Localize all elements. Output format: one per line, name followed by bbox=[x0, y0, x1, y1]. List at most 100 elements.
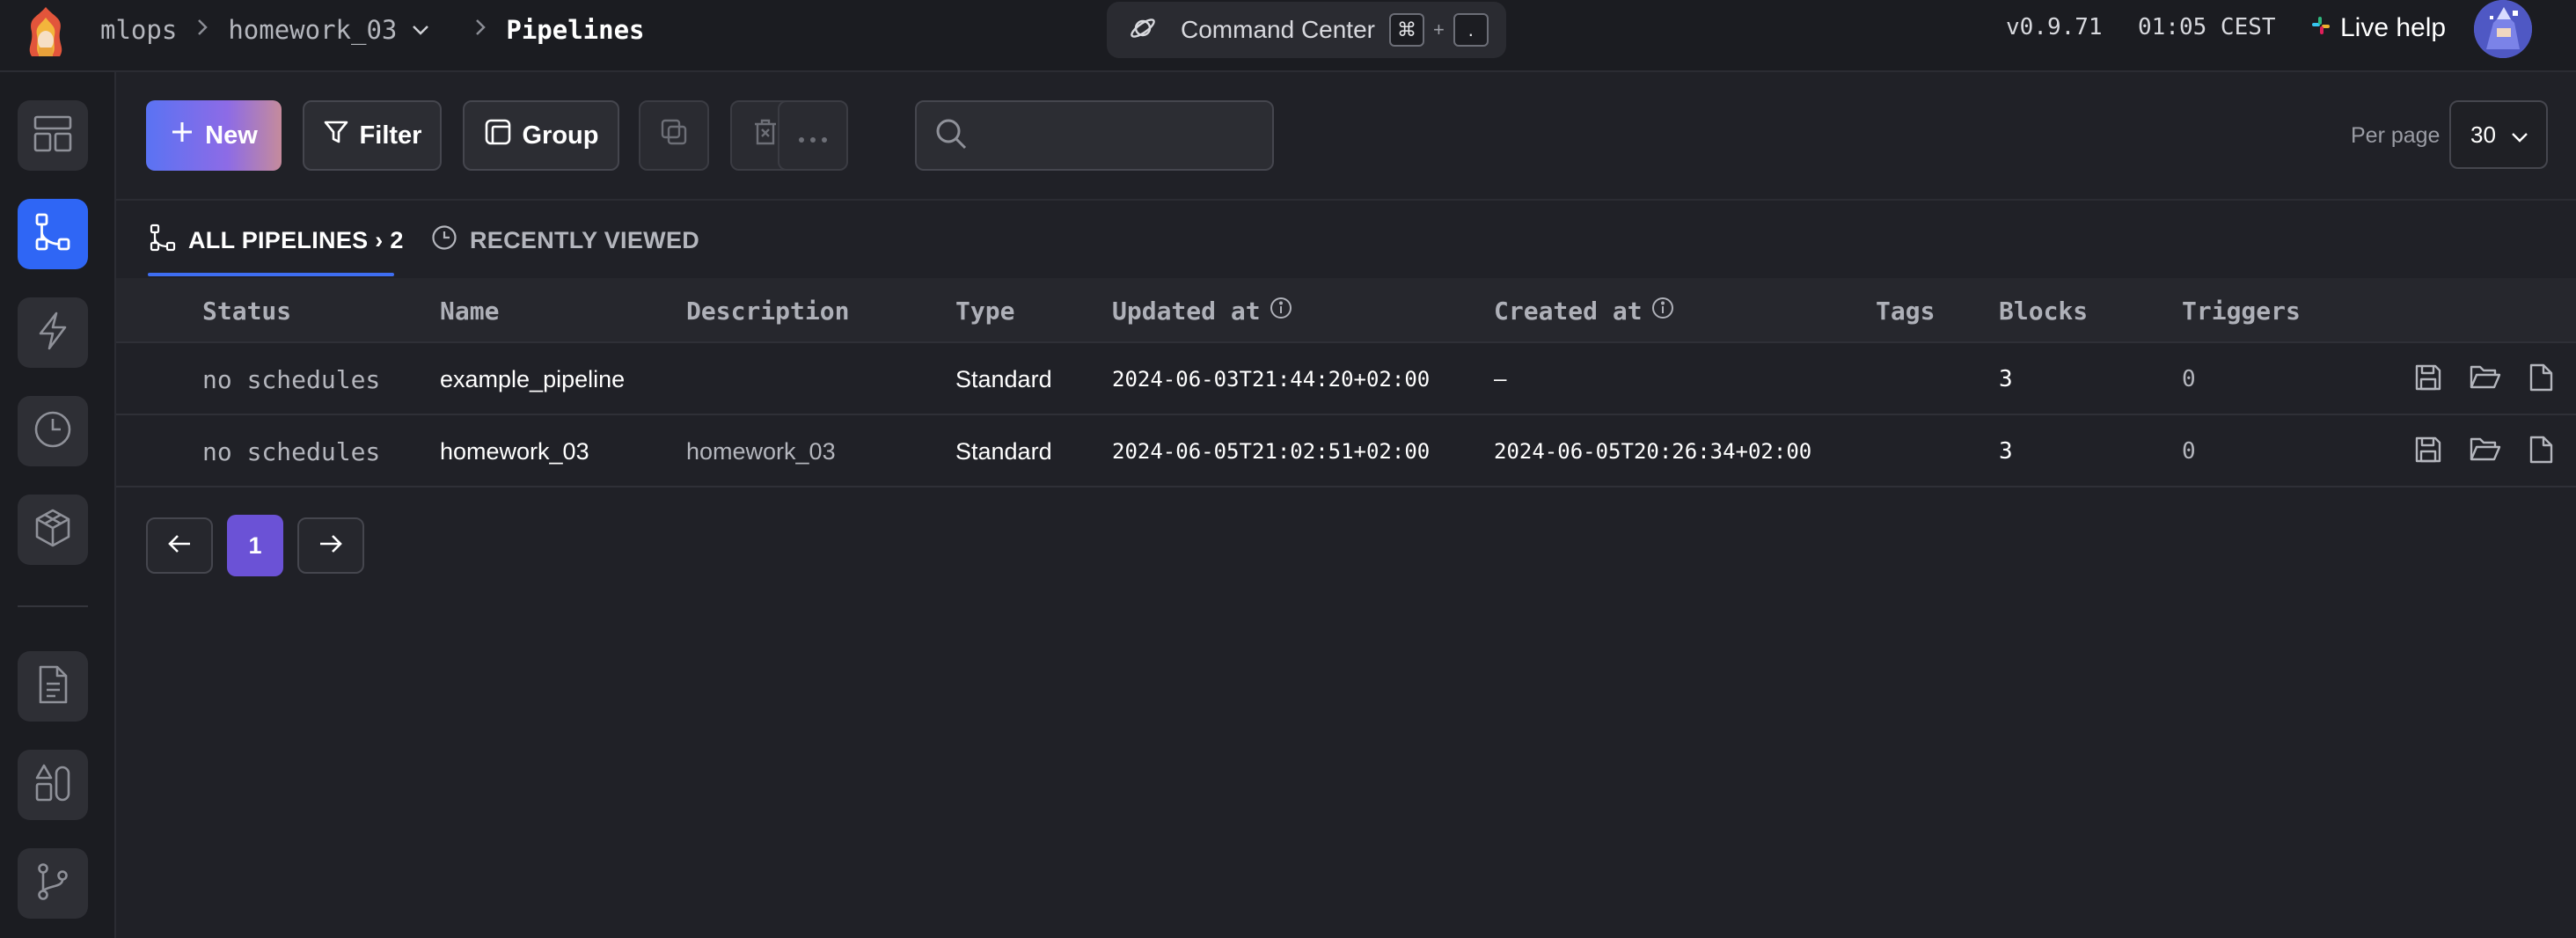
column-header-name[interactable]: Name bbox=[440, 278, 499, 343]
cell-name[interactable]: example_pipeline bbox=[440, 343, 625, 415]
pipeline-tabs: ALL PIPELINES › 2 RECENTLY VIEWED bbox=[116, 202, 2576, 278]
cell-triggers: 0 bbox=[2182, 366, 2196, 392]
info-icon[interactable] bbox=[1270, 297, 1292, 326]
sidebar-item-pipelines[interactable] bbox=[18, 199, 88, 269]
tab-recently-viewed-label: RECENTLY VIEWED bbox=[470, 226, 700, 253]
column-header-updated-at[interactable]: Updated at bbox=[1112, 278, 1292, 343]
tab-recently-viewed[interactable]: RECENTLY VIEWED bbox=[431, 202, 699, 278]
breadcrumb-workspace[interactable]: mlops bbox=[100, 15, 177, 45]
planet-icon bbox=[1128, 13, 1158, 48]
column-header-tags[interactable]: Tags bbox=[1876, 278, 1935, 343]
lightning-icon bbox=[32, 310, 74, 356]
mage-logo-icon[interactable] bbox=[19, 5, 72, 58]
chevron-down-icon bbox=[2511, 121, 2528, 149]
folder-open-icon[interactable] bbox=[2469, 363, 2502, 397]
group-icon bbox=[484, 118, 512, 153]
new-pipeline-button[interactable]: New bbox=[146, 100, 282, 171]
toolbar: New Filter Group Per page 30 bbox=[116, 72, 2576, 201]
chevron-down-icon[interactable] bbox=[411, 24, 430, 36]
cell-blocks: 3 bbox=[1999, 438, 2013, 465]
info-icon[interactable] bbox=[1651, 297, 1674, 326]
save-icon[interactable] bbox=[2412, 434, 2444, 470]
cell-triggers: 0 bbox=[2182, 438, 2196, 465]
top-bar: mlops homework_03 Pipelines Command Cent… bbox=[0, 0, 2576, 72]
sidebar-item-block-library[interactable] bbox=[18, 495, 88, 565]
filter-label: Filter bbox=[359, 121, 422, 150]
arrow-right-icon bbox=[318, 533, 343, 559]
column-header-description[interactable]: Description bbox=[686, 278, 849, 343]
ellipsis-icon bbox=[798, 121, 828, 150]
sidebar-item-runs[interactable] bbox=[18, 396, 88, 466]
clock-label: 01:05 CEST bbox=[2138, 14, 2276, 40]
command-center-button[interactable]: Command Center ⌘ + . bbox=[1107, 2, 1506, 58]
tab-all-pipelines-label: ALL PIPELINES › 2 bbox=[188, 226, 404, 253]
filter-button[interactable]: Filter bbox=[303, 100, 442, 171]
previous-page-button[interactable] bbox=[146, 517, 213, 574]
cell-status: no schedules bbox=[202, 436, 381, 466]
column-header-status[interactable]: Status bbox=[202, 278, 291, 343]
save-icon[interactable] bbox=[2412, 362, 2444, 398]
pagination: 1 bbox=[146, 515, 364, 576]
file-icon[interactable] bbox=[2527, 362, 2555, 398]
cell-type: Standard bbox=[955, 437, 1052, 465]
active-tab-indicator bbox=[148, 273, 394, 276]
cell-blocks: 3 bbox=[1999, 366, 2013, 392]
breadcrumb: mlops homework_03 Pipelines bbox=[100, 12, 645, 48]
cell-created-at: — bbox=[1494, 367, 1507, 392]
new-label: New bbox=[205, 121, 258, 150]
cell-name[interactable]: homework_03 bbox=[440, 415, 589, 487]
trash-icon bbox=[752, 118, 779, 153]
pipelines-icon bbox=[150, 224, 176, 258]
clock-icon bbox=[431, 224, 457, 257]
column-header-triggers[interactable]: Triggers bbox=[2182, 278, 2301, 343]
slack-icon bbox=[2310, 13, 2331, 43]
folder-open-icon[interactable] bbox=[2469, 435, 2502, 469]
more-actions-button[interactable] bbox=[778, 100, 848, 171]
sidebar-item-version-control[interactable] bbox=[18, 848, 88, 919]
column-header-created-at[interactable]: Created at bbox=[1494, 278, 1674, 343]
page-1-button[interactable]: 1 bbox=[227, 515, 283, 576]
clone-button[interactable] bbox=[639, 100, 709, 171]
sidebar-item-files[interactable] bbox=[18, 651, 88, 722]
avatar[interactable] bbox=[2474, 0, 2532, 58]
shortcut-key-period: . bbox=[1453, 13, 1489, 47]
version-label: v0.9.71 bbox=[2006, 14, 2103, 40]
per-page-label: Per page bbox=[2351, 123, 2441, 148]
table-row[interactable]: no schedules example_pipeline Standard 2… bbox=[116, 343, 2576, 415]
column-header-type[interactable]: Type bbox=[955, 278, 1014, 343]
shortcut-key-cmd: ⌘ bbox=[1388, 13, 1424, 47]
live-help-link[interactable]: Live help bbox=[2310, 11, 2446, 46]
sidebar-item-overview[interactable] bbox=[18, 100, 88, 171]
layout-icon bbox=[32, 113, 74, 159]
search-field[interactable] bbox=[915, 100, 1274, 171]
breadcrumb-project[interactable]: homework_03 bbox=[228, 15, 397, 45]
cell-type: Standard bbox=[955, 365, 1052, 392]
sidebar-item-triggers[interactable] bbox=[18, 297, 88, 368]
file-icon[interactable] bbox=[2527, 434, 2555, 470]
cell-description: homework_03 bbox=[686, 437, 836, 465]
command-center-label: Command Center bbox=[1181, 16, 1375, 43]
updated-at-label: Updated at bbox=[1112, 296, 1261, 326]
clock-icon bbox=[32, 408, 74, 455]
search-icon bbox=[934, 117, 968, 155]
arrow-left-icon bbox=[167, 533, 192, 559]
group-button[interactable]: Group bbox=[463, 100, 619, 171]
table-header: Status Name Description Type Updated at … bbox=[116, 278, 2576, 343]
sidebar-divider bbox=[18, 605, 88, 607]
cell-updated-at: 2024-06-05T21:02:51+02:00 bbox=[1112, 439, 1431, 464]
column-header-blocks[interactable]: Blocks bbox=[1999, 278, 2088, 343]
next-page-button[interactable] bbox=[297, 517, 364, 574]
group-label: Group bbox=[522, 121, 599, 150]
per-page-select[interactable]: 30 bbox=[2449, 100, 2548, 169]
live-help-label: Live help bbox=[2340, 13, 2447, 42]
table-row[interactable]: no schedules homework_03 homework_03 Sta… bbox=[116, 415, 2576, 487]
search-input[interactable] bbox=[980, 121, 1262, 150]
cell-status: no schedules bbox=[202, 364, 381, 394]
sidebar-item-templates[interactable] bbox=[18, 750, 88, 820]
created-at-label: Created at bbox=[1494, 296, 1643, 326]
chevron-right-icon bbox=[474, 18, 487, 43]
row-actions bbox=[2412, 415, 2555, 487]
breadcrumb-current: Pipelines bbox=[506, 15, 645, 45]
tab-all-pipelines[interactable]: ALL PIPELINES › 2 bbox=[150, 202, 404, 278]
shortcut-plus: + bbox=[1432, 18, 1445, 40]
